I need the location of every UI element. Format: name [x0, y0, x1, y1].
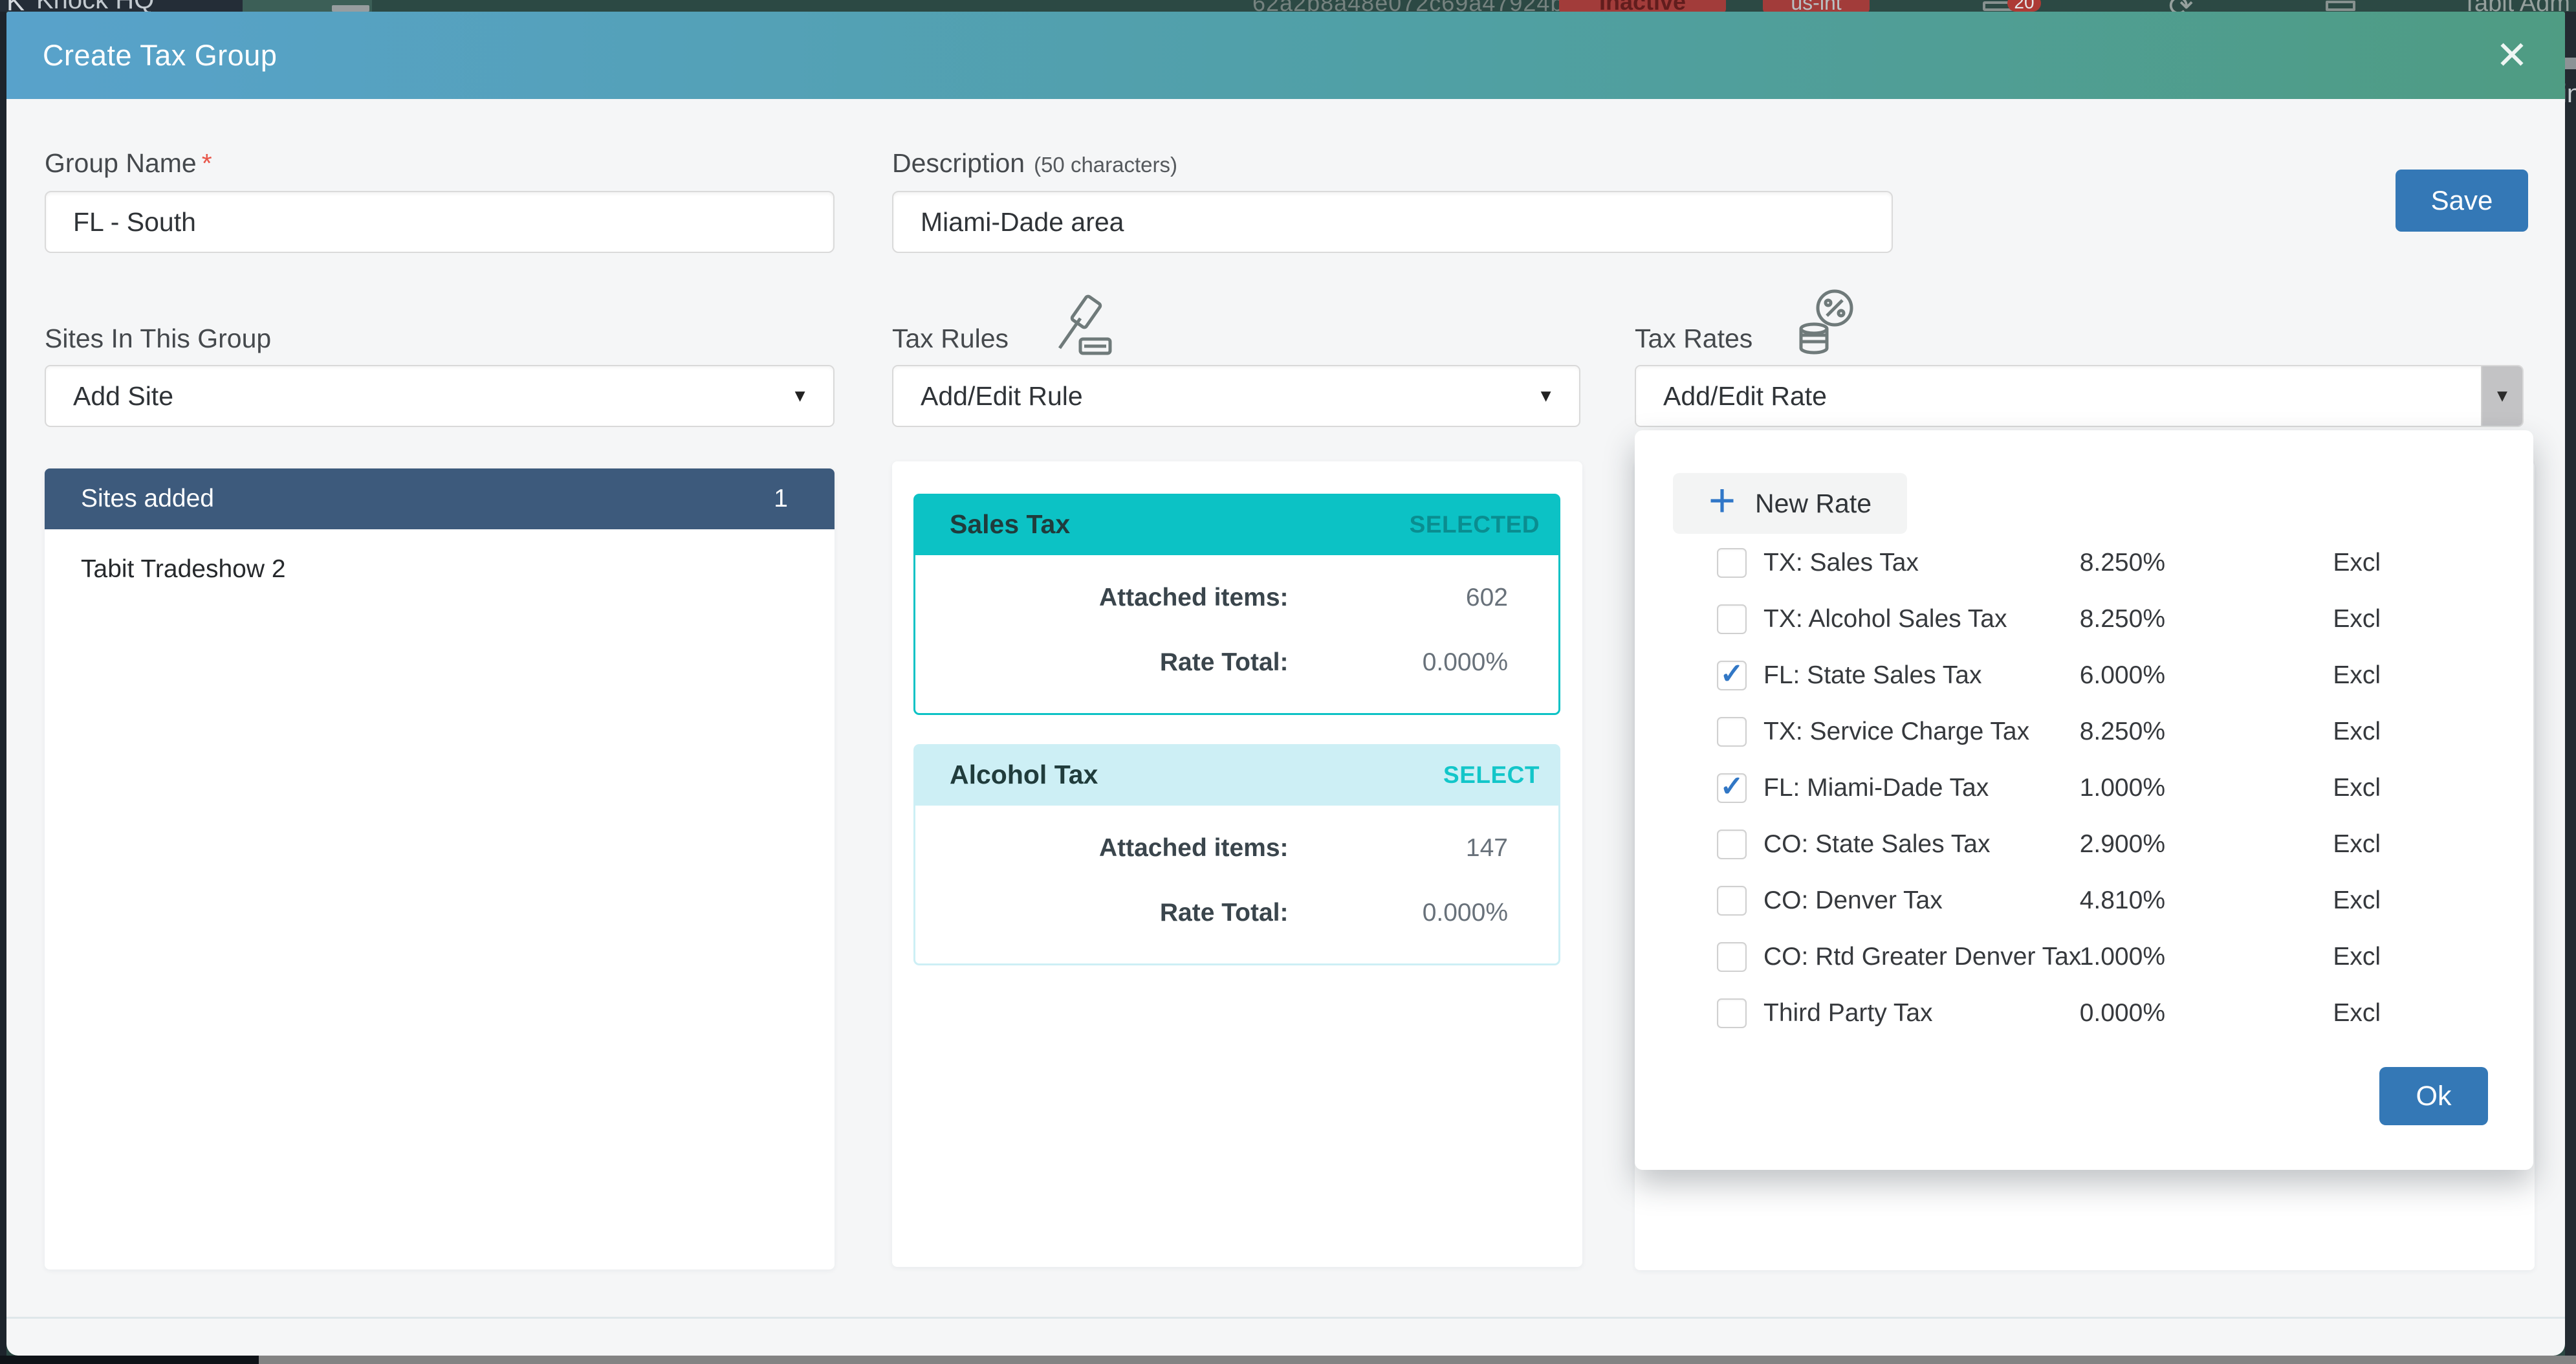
list-item[interactable]: Tabit Tradeshow 2: [45, 555, 835, 584]
add-edit-rate-dropdown[interactable]: Add/Edit Rate ▼: [1635, 365, 2524, 427]
tax-rate-row[interactable]: TX: Alcohol Sales Tax 8.250% Excl: [1635, 591, 2533, 647]
sites-added-header: Sites added 1: [45, 468, 835, 529]
right-edge-text: in: [2565, 80, 2576, 109]
checkbox[interactable]: [1717, 998, 1747, 1028]
add-site-dropdown[interactable]: Add Site ▼: [45, 365, 835, 427]
modal-title: Create Tax Group: [6, 39, 277, 72]
sales-tax-card[interactable]: Sales Tax SELECTED Attached items: 602 R…: [913, 494, 1560, 715]
new-rate-button[interactable]: + New Rate: [1673, 473, 1907, 534]
sites-list-panel: Sites added 1 Tabit Tradeshow 2: [45, 468, 835, 1270]
description-input[interactable]: Miami-Dade area: [892, 191, 1893, 253]
record-id: 62a2b8a48e072c69a47924b1: [1252, 0, 1578, 12]
right-edge-chip: [2565, 58, 2576, 69]
plus-icon: +: [1708, 481, 1736, 520]
rate-total-value: 0.000%: [1289, 648, 1558, 677]
tax-rate-row[interactable]: CO: Rtd Greater Denver Tax 1.000% Excl: [1635, 929, 2533, 985]
page-left-edge: [0, 12, 6, 1356]
chevron-down-icon: ▼: [791, 386, 809, 406]
tax-rate-row[interactable]: FL: Miami-Dade Tax 1.000% Excl: [1635, 760, 2533, 816]
tax-rate-row[interactable]: Third Party Tax 0.000% Excl: [1635, 985, 2533, 1041]
checkbox[interactable]: [1717, 604, 1747, 634]
rate-total-value: 0.000%: [1289, 899, 1558, 927]
background-top-bar: K Knock HQ 62a2b8a48e072c69a47924b1 Inac…: [0, 0, 2576, 12]
checkbox[interactable]: [1717, 942, 1747, 972]
coins-percent-icon: [1791, 289, 1862, 360]
rate-dropdown-toggle-button[interactable]: ▼: [2481, 366, 2522, 426]
checkbox[interactable]: [1717, 830, 1747, 859]
alcohol-tax-card-body: Attached items: 147 Rate Total: 0.000%: [913, 806, 1560, 965]
tax-rules-section-label: Tax Rules: [892, 324, 1009, 354]
tax-rate-row[interactable]: CO: Denver Tax 4.810% Excl: [1635, 872, 2533, 929]
group-name-label: Group Name*: [45, 148, 212, 179]
tax-rate-row[interactable]: CO: State Sales Tax 2.900% Excl: [1635, 816, 2533, 872]
tax-rate-list: TX: Sales Tax 8.250% Excl TX: Alcohol Sa…: [1635, 534, 2533, 1041]
alcohol-tax-card-header: Alcohol Tax SELECT: [913, 744, 1560, 806]
background-bottom-bar: [0, 1356, 2576, 1364]
selected-badge: SELECTED: [1410, 511, 1540, 538]
sites-section-label: Sites In This Group: [45, 324, 271, 354]
sites-added-count: 1: [774, 485, 788, 513]
rate-total-label: Rate Total:: [915, 899, 1289, 927]
brand-name: Knock HQ: [36, 0, 154, 12]
group-name-input[interactable]: FL - South: [45, 191, 835, 253]
checkbox-checked[interactable]: [1717, 773, 1747, 803]
required-asterisk: *: [202, 148, 212, 178]
description-label: Description(50 characters): [892, 148, 1177, 179]
sales-tax-card-body: Attached items: 602 Rate Total: 0.000%: [913, 555, 1560, 715]
alcohol-tax-card[interactable]: Alcohol Tax SELECT Attached items: 147 R…: [913, 744, 1560, 965]
rule-name: Sales Tax: [950, 509, 1070, 540]
gavel-icon: [1047, 289, 1118, 360]
ok-button[interactable]: Ok: [2379, 1067, 2488, 1125]
checkbox[interactable]: [1717, 548, 1747, 578]
close-icon[interactable]: ✕: [2487, 31, 2537, 80]
environment-badge: us-int: [1763, 0, 1870, 12]
chevron-down-icon: ▼: [1537, 386, 1555, 406]
status-badge: Inactive: [1559, 0, 1726, 12]
footer-divider: [6, 1317, 2565, 1319]
brand-logo: K: [6, 0, 25, 12]
notification-count-badge: 20: [2007, 0, 2041, 12]
refresh-icon: ⟳: [2168, 0, 2194, 12]
top-bar-tab: [332, 5, 369, 12]
attached-items-value: 602: [1289, 584, 1558, 612]
tax-rate-row[interactable]: FL: State Sales Tax 6.000% Excl: [1635, 647, 2533, 703]
add-edit-rule-dropdown[interactable]: Add/Edit Rule ▼: [892, 365, 1580, 427]
chevron-down-icon: ▼: [2494, 386, 2511, 406]
attached-items-value: 147: [1289, 834, 1558, 863]
tax-rules-panel: Sales Tax SELECTED Attached items: 602 R…: [892, 461, 1582, 1267]
account-menu-label: Tabit Adm: [2462, 0, 2570, 12]
rate-total-label: Rate Total:: [915, 648, 1289, 677]
create-tax-group-modal: Create Tax Group ✕ Group Name* FL - Sout…: [6, 12, 2565, 1356]
sales-tax-card-header: Sales Tax SELECTED: [913, 494, 1560, 555]
rule-name: Alcohol Tax: [950, 760, 1098, 790]
tax-rate-row[interactable]: TX: Service Charge Tax 8.250% Excl: [1635, 703, 2533, 760]
bottom-bar-grey: [259, 1356, 2576, 1364]
store-icon: [2326, 1, 2355, 11]
page-right-edge: in: [2565, 12, 2576, 1356]
attached-items-label: Attached items:: [915, 834, 1289, 863]
sites-added-label: Sites added: [81, 485, 214, 513]
select-badge[interactable]: SELECT: [1443, 762, 1540, 789]
tax-rates-section-label: Tax Rates: [1635, 324, 1752, 354]
checkbox[interactable]: [1717, 717, 1747, 747]
save-button[interactable]: Save: [2396, 170, 2528, 232]
modal-header: Create Tax Group ✕: [6, 12, 2565, 99]
bottom-bar-dark: [0, 1356, 259, 1364]
checkbox[interactable]: [1717, 886, 1747, 916]
attached-items-label: Attached items:: [915, 584, 1289, 612]
checkbox-checked[interactable]: [1717, 661, 1747, 690]
description-hint: (50 characters): [1034, 153, 1177, 177]
tax-rate-row[interactable]: TX: Sales Tax 8.250% Excl: [1635, 534, 2533, 591]
tax-rates-popover: + New Rate TX: Sales Tax 8.250% Excl TX:…: [1635, 430, 2533, 1170]
